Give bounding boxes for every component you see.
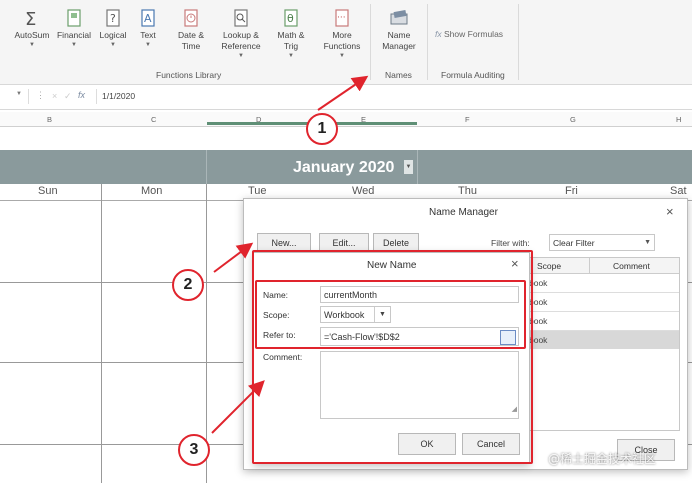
arrow-1 xyxy=(317,75,369,111)
arrow-2 xyxy=(213,242,254,273)
annotation-step-1: 1 xyxy=(306,113,338,145)
annotation-arrows xyxy=(211,75,369,434)
watermark: @稀土掘金技术社区 xyxy=(548,452,657,466)
arrow-3 xyxy=(211,380,265,434)
annotation-step-3: 3 xyxy=(178,434,210,466)
annotation-step-2: 2 xyxy=(172,269,204,301)
